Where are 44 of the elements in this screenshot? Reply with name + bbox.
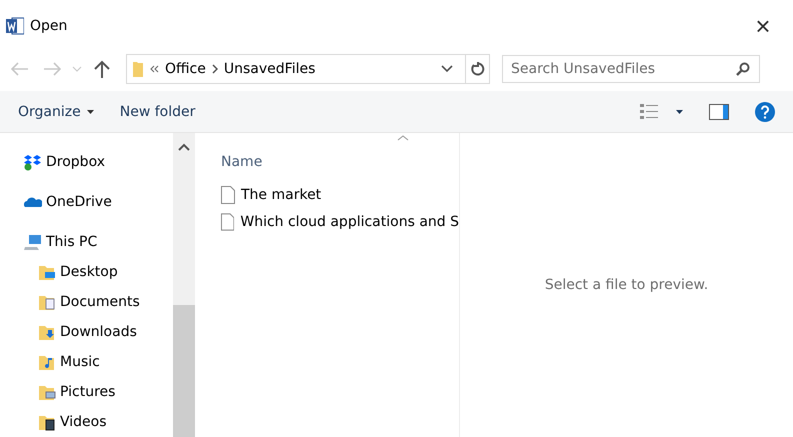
up-arrow-icon <box>94 60 110 78</box>
document-icon <box>221 186 235 204</box>
chevron-down-icon <box>72 66 82 72</box>
preview-message: Select a file to preview. <box>544 277 708 293</box>
document-icon <box>221 212 234 230</box>
sidebar-item[interactable]: Documents <box>0 286 173 317</box>
sidebar-item[interactable]: OneDrive <box>0 186 173 217</box>
organize-button[interactable]: Organize <box>12 100 100 124</box>
scroll-up-icon[interactable] <box>178 143 190 151</box>
computer-icon <box>24 232 42 251</box>
folder-icon <box>133 60 143 76</box>
help-icon <box>755 102 775 122</box>
sidebar-item[interactable]: Videos <box>0 406 173 437</box>
sidebar-item[interactable]: Desktop <box>0 256 173 287</box>
caret-icon <box>676 110 683 114</box>
word-app-icon <box>6 16 24 36</box>
sidebar-item[interactable]: Downloads <box>0 316 173 347</box>
new-folder-button[interactable]: New folder <box>114 100 202 124</box>
chevron-down-icon[interactable] <box>441 64 453 72</box>
sidebar-item[interactable]: Dropbox <box>0 147 173 178</box>
search-field[interactable]: Search UnsavedFiles <box>502 54 760 82</box>
back-arrow-icon <box>11 62 29 76</box>
details-view-icon <box>640 102 660 120</box>
dropbox-icon <box>24 153 42 172</box>
file-row[interactable]: Which cloud applications and S <box>221 208 459 235</box>
preview-pane-icon <box>709 104 729 120</box>
window-title: Open <box>30 18 68 34</box>
breadcrumb[interactable]: UnsavedFiles <box>224 60 316 76</box>
breadcrumb[interactable]: Office <box>165 60 206 76</box>
column-header[interactable]: Name <box>221 133 421 181</box>
sidebar-item[interactable]: Pictures <box>0 376 173 407</box>
overflow-chevron-icon <box>149 64 159 72</box>
address-bar[interactable]: Office UnsavedFiles <box>126 54 490 84</box>
sidebar-item[interactable]: Music <box>0 346 173 377</box>
refresh-icon <box>470 62 484 76</box>
scrollbar-thumb[interactable] <box>173 305 195 437</box>
close-button[interactable]: × <box>743 6 783 46</box>
caret-icon <box>86 110 94 114</box>
search-icon[interactable] <box>736 62 750 76</box>
sort-ascending-icon <box>397 135 409 141</box>
forward-arrow-icon <box>43 62 61 76</box>
sidebar-item[interactable]: This PC <box>0 226 173 257</box>
file-row[interactable]: The market <box>221 181 459 208</box>
chevron-right-icon <box>212 64 218 74</box>
